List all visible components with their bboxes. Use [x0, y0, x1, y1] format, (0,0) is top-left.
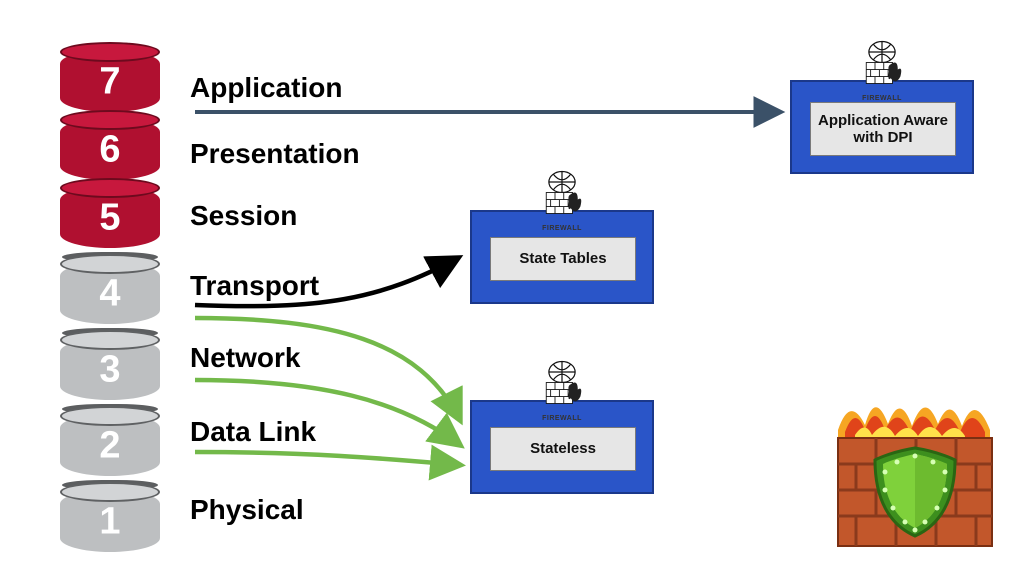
osi-layer-number: 1 — [99, 500, 120, 543]
osi-layer-1: 1 — [60, 490, 160, 552]
firewall-icon: FIREWALL — [854, 38, 910, 94]
osi-layer-number: 7 — [99, 60, 120, 103]
layer-label-network: Network — [190, 342, 300, 374]
osi-layer-number: 4 — [99, 272, 120, 315]
osi-layer-number: 3 — [99, 348, 120, 391]
osi-layer-number: 2 — [99, 424, 120, 467]
firewall-state-tables: FIREWALL State Tables — [470, 210, 654, 304]
osi-layer-3: 3 — [60, 338, 160, 400]
firewall-icon-caption: FIREWALL — [534, 415, 590, 422]
firewall-icon: FIREWALL — [534, 168, 590, 224]
layer-label-transport: Transport — [190, 270, 319, 302]
firewall-icon-caption: FIREWALL — [534, 225, 590, 232]
layer-label-session: Session — [190, 200, 297, 232]
arrow-datalink-to-stateless — [195, 452, 460, 465]
layer-label-datalink: Data Link — [190, 416, 316, 448]
osi-layer-2: 2 — [60, 414, 160, 476]
osi-layer-7: 7 — [60, 50, 160, 112]
layer-label-physical: Physical — [190, 494, 304, 526]
osi-firewall-diagram: 7 6 5 4 3 2 1 Application Presentation S… — [0, 0, 1024, 576]
layer-label-presentation: Presentation — [190, 138, 360, 170]
firewall-icon-caption: FIREWALL — [854, 95, 910, 102]
firewall-icon: FIREWALL — [534, 358, 590, 414]
osi-layer-number: 6 — [99, 128, 120, 171]
firewall-brick-shield-icon — [830, 390, 1000, 550]
firewall-stateless: FIREWALL Stateless — [470, 400, 654, 494]
firewall-state-tables-label: State Tables — [490, 237, 636, 281]
layer-label-application: Application — [190, 72, 342, 104]
firewall-stateless-label: Stateless — [490, 427, 636, 471]
firewall-app-aware: FIREWALL Application Aware with DPI — [790, 80, 974, 174]
osi-layer-5: 5 — [60, 186, 160, 248]
osi-layer-number: 5 — [99, 196, 120, 239]
firewall-app-aware-label: Application Aware with DPI — [810, 102, 956, 156]
osi-layer-6: 6 — [60, 118, 160, 180]
osi-layer-4: 4 — [60, 262, 160, 324]
